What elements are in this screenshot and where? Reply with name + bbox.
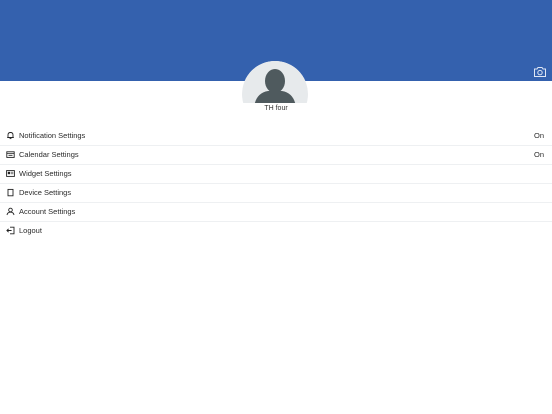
menu-item-value: On — [533, 131, 544, 140]
menu-item-calendar-settings[interactable]: Calendar Settings On — [0, 146, 552, 165]
menu-item-label: Device Settings — [19, 188, 72, 197]
calendar-icon — [6, 150, 15, 159]
menu-item-device-settings[interactable]: Device Settings — [0, 184, 552, 203]
logout-icon — [6, 226, 15, 235]
widget-icon — [6, 169, 15, 178]
user-icon — [6, 207, 15, 216]
profile-name: TH four — [264, 105, 288, 112]
bell-icon — [6, 131, 15, 140]
menu-item-label: Notification Settings — [19, 131, 86, 140]
menu-item-logout[interactable]: Logout — [0, 222, 552, 240]
menu-item-value: On — [533, 150, 544, 159]
camera-icon[interactable] — [533, 65, 547, 77]
menu-item-label: Account Settings — [19, 207, 76, 216]
menu-item-label: Widget Settings — [19, 169, 72, 178]
menu-item-notification-settings[interactable]: Notification Settings On — [0, 127, 552, 146]
menu-item-widget-settings[interactable]: Widget Settings — [0, 165, 552, 184]
settings-menu: Notification Settings On Calendar Settin… — [0, 127, 552, 240]
menu-item-account-settings[interactable]: Account Settings — [0, 203, 552, 222]
device-icon — [6, 188, 15, 197]
menu-item-label: Logout — [19, 226, 42, 235]
menu-item-label: Calendar Settings — [19, 150, 79, 159]
